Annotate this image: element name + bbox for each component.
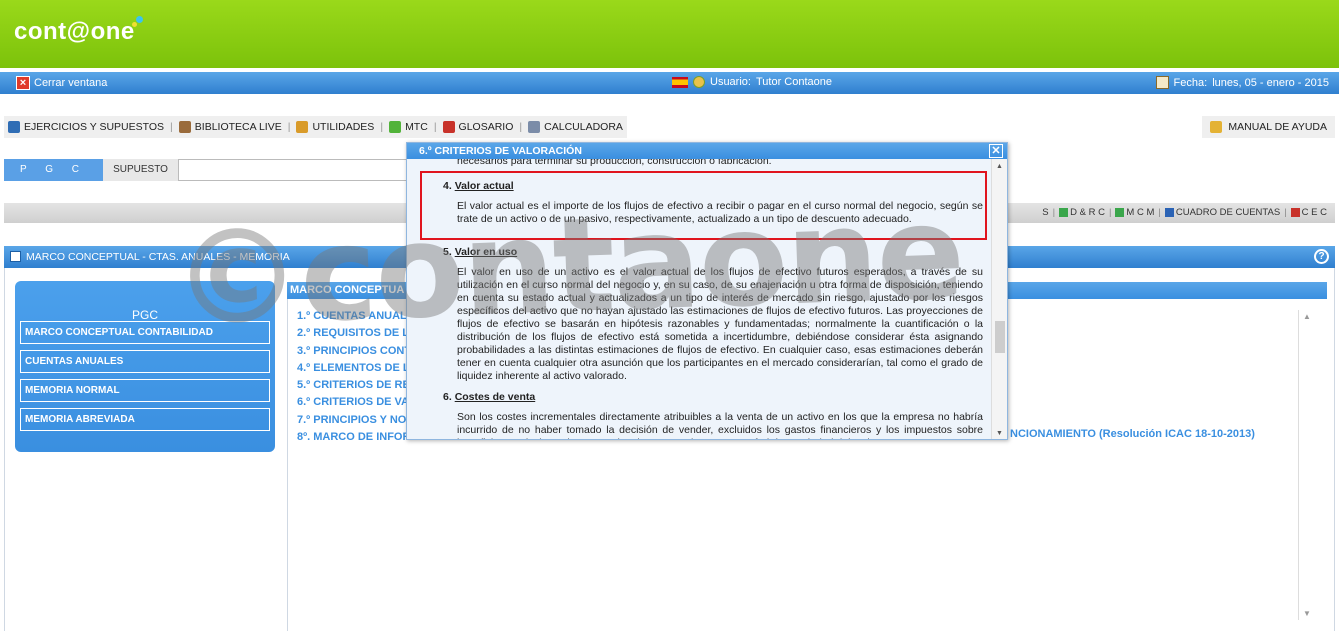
popup-fragment-text: necesarios para terminar su producción, … (457, 159, 772, 167)
menu-biblioteca[interactable]: BIBLIOTECA LIVE (178, 121, 282, 133)
user-name: Tutor Contaone (755, 76, 832, 88)
section-title: Valor en uso (454, 246, 518, 258)
section-text: El valor en uso de un activo es el valor… (457, 266, 983, 382)
sidebar-item-memoria-normal[interactable]: MEMORIA NORMAL (20, 379, 270, 402)
menu-calculadora[interactable]: CALCULADORA (528, 121, 623, 133)
cec-icon (1290, 207, 1300, 217)
popup-title: 6.º CRITERIOS DE VALORACIÓN (419, 145, 582, 157)
calendar-icon (1155, 76, 1169, 89)
sidebar-item-cuentas-anuales[interactable]: CUENTAS ANUALES (20, 350, 270, 373)
menu-label: MTC (405, 121, 428, 133)
user-info: Usuario: Tutor Contaone (672, 76, 832, 88)
menu-utilidades[interactable]: UTILIDADES (296, 121, 374, 133)
date-label: Fecha: (1173, 76, 1208, 89)
close-icon: × (16, 76, 30, 90)
user-icon (693, 76, 705, 88)
sidebar-nav: PGC MARCO CONCEPTUAL CONTABILIDAD CUENTA… (15, 281, 275, 452)
menu-glosario[interactable]: GLOSARIO (442, 121, 514, 133)
section-number: 6. (443, 391, 452, 403)
glossary-icon (442, 121, 455, 133)
scroll-thumb[interactable] (995, 321, 1005, 353)
logo-text: cont@one (14, 18, 135, 45)
scroll-up-icon[interactable]: ▲ (1303, 312, 1311, 321)
link-mcm[interactable]: M C M (1115, 207, 1154, 218)
list-item[interactable]: 4.º ELEMENTOS DE L (297, 360, 411, 377)
section-costes-venta: 6. Costes de venta Son los costes increm… (443, 391, 983, 439)
supuesto-input[interactable] (178, 159, 410, 181)
book-icon (8, 121, 20, 133)
logo-dot2-icon (131, 22, 137, 27)
section-valor-en-uso: 5. Valor en uso El valor en uso de un ac… (443, 246, 983, 383)
date-info: Fecha: lunes, 05 - enero - 2015 (1155, 76, 1329, 89)
popup-header: 6.º CRITERIOS DE VALORACIÓN ✕ (407, 143, 1007, 159)
section-number: 5. (443, 246, 452, 258)
help-label: MANUAL DE AYUDA (1228, 121, 1327, 133)
link-label: C E C (1301, 207, 1327, 218)
menu-label: CALCULADORA (544, 121, 623, 133)
link-label: D & R C (1070, 207, 1105, 218)
panel-title: MARCO CONCEPTUAL - CTAS. ANUALES - MEMOR… (26, 251, 290, 263)
menu-ejercicios[interactable]: EJERCICIOS Y SUPUESTOS (8, 121, 164, 133)
panel-icon (10, 251, 21, 262)
menu-label: BIBLIOTECA LIVE (194, 121, 282, 133)
logo-dot-icon (135, 16, 143, 23)
app-header: cont@one (0, 0, 1339, 68)
section-text: Son los costes incrementales directament… (457, 411, 983, 439)
content-list: 1.º CUENTAS ANUAL 2.º REQUISITOS DE L 3.… (297, 308, 411, 446)
scroll-down-icon[interactable]: ▼ (1303, 609, 1311, 618)
accounts-icon (1164, 207, 1174, 217)
sidebar-item-marco-conceptual[interactable]: MARCO CONCEPTUAL CONTABILIDAD (20, 321, 270, 344)
list-item[interactable]: 6.º CRITERIOS DE VA (297, 394, 411, 411)
highlight-box (420, 171, 987, 240)
tab-supuesto[interactable]: SUPUESTO (103, 159, 178, 181)
link-cuadro-cuentas[interactable]: CUADRO DE CUENTAS (1164, 207, 1281, 218)
link-label: CUADRO DE CUENTAS (1175, 207, 1281, 218)
menu-mtc[interactable]: MTC (389, 121, 428, 133)
sidebar-title: PGC (131, 308, 158, 322)
close-window-button[interactable]: × Cerrar ventana (16, 76, 107, 90)
logo: cont@one (14, 16, 143, 46)
sidebar-item-memoria-abreviada[interactable]: MEMORIA ABREVIADA (20, 408, 270, 431)
menu-label: UTILIDADES (312, 121, 375, 133)
link-drc[interactable]: D & R C (1059, 207, 1105, 218)
menu-label: EJERCICIOS Y SUPUESTOS (24, 121, 165, 133)
menu-label: GLOSARIO (458, 121, 514, 133)
books-icon (178, 121, 191, 133)
play-icon (389, 121, 402, 133)
user-label: Usuario: (710, 76, 751, 88)
main-menu: EJERCICIOS Y SUPUESTOS | BIBLIOTECA LIVE… (4, 116, 627, 138)
popup-close-button[interactable]: ✕ (989, 144, 1003, 158)
list-item[interactable]: 7.º PRINCIPIOS Y NO (297, 412, 411, 429)
link-cec[interactable]: C E C (1290, 207, 1327, 218)
list-item[interactable]: 1.º CUENTAS ANUAL (297, 308, 411, 325)
help-manual-button[interactable]: MANUAL DE AYUDA (1202, 116, 1335, 138)
list-item[interactable]: 2.º REQUISITOS DE L (297, 325, 411, 342)
mcm-icon (1115, 207, 1125, 217)
section-title: Costes de venta (454, 391, 536, 403)
tab-pgc[interactable]: P G C (4, 159, 103, 181)
spain-flag-icon[interactable] (672, 76, 688, 88)
help-icon[interactable]: ? (1314, 249, 1329, 264)
scroll-up-icon[interactable]: ▲ (996, 163, 1003, 170)
list-item[interactable]: 5.º CRITERIOS DE RE (297, 377, 411, 394)
list-item[interactable]: 8º. MARCO DE INFOR (297, 429, 411, 446)
status-bar: × Cerrar ventana Usuario: Tutor Contaone… (0, 72, 1339, 94)
pencil-icon (1210, 121, 1223, 133)
popup-scrollbar[interactable]: ▲ ▼ (991, 159, 1007, 439)
list-item-8-tail[interactable]: NCIONAMIENTO (Resolución ICAC 18-10-2013… (1010, 428, 1255, 440)
link-label: M C M (1126, 207, 1155, 218)
list-item[interactable]: 3.º PRINCIPIOS CONT (297, 343, 411, 360)
drc-icon (1059, 207, 1069, 217)
link-s[interactable]: S (1042, 207, 1048, 218)
content-scrollbar[interactable]: ▲ ▼ (1298, 310, 1316, 620)
date-value: lunes, 05 - enero - 2015 (1212, 76, 1329, 89)
close-window-label: Cerrar ventana (34, 77, 108, 89)
scroll-down-icon[interactable]: ▼ (996, 430, 1003, 437)
tools-icon (296, 121, 309, 133)
calculator-icon (528, 121, 541, 133)
